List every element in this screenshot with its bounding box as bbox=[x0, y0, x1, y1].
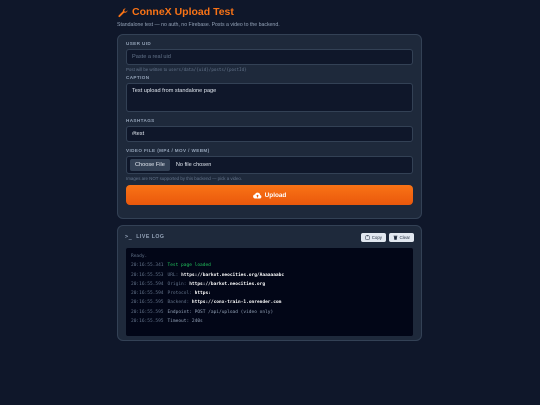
clipboard-icon bbox=[365, 234, 370, 240]
log-line: 20:16:55.341 Test page loaded bbox=[131, 261, 408, 270]
caption-label: CAPTION bbox=[126, 75, 150, 80]
copy-label: Copy bbox=[371, 234, 382, 240]
log-timestamp: 20:16:55.595 bbox=[131, 300, 164, 306]
log-key: URL: bbox=[167, 272, 179, 278]
log-line: 20:16:55.595 Endpoint: POST /api/upload (… bbox=[131, 308, 408, 317]
uid-placeholder: Paste a real uid bbox=[132, 54, 171, 60]
hashtags-label: HASHTAGS bbox=[126, 118, 155, 123]
file-status: No file chosen bbox=[175, 162, 212, 168]
page-title: ConneX Upload Test bbox=[132, 6, 234, 18]
copy-button[interactable]: Copy bbox=[361, 232, 386, 242]
log-timestamp: 20:16:55.595 bbox=[131, 309, 164, 315]
uid-input[interactable]: Paste a real uid bbox=[126, 49, 413, 65]
log-timestamp: 20:16:55.595 bbox=[131, 319, 164, 325]
hashtags-input[interactable]: #test bbox=[126, 126, 413, 142]
choose-file-button[interactable]: Choose File bbox=[130, 159, 170, 171]
log-line: 20:16:55.553 URL: https://barkot.neocitie… bbox=[131, 271, 408, 280]
uid-hint-path: users/data/{uid}/posts/{postId} bbox=[168, 67, 247, 72]
video-file-input[interactable]: Choose File No file chosen bbox=[126, 156, 413, 174]
log-message: Test page loaded bbox=[167, 263, 211, 269]
hashtags-value: #test bbox=[132, 131, 145, 137]
clear-button[interactable]: Clear bbox=[389, 232, 414, 242]
log-title: LIVE LOG bbox=[136, 234, 165, 240]
log-line: 20:16:55.594 Origin: https://barkot.neoci… bbox=[131, 280, 408, 289]
wrench-icon bbox=[118, 7, 128, 17]
uid-label: USER UID bbox=[126, 41, 152, 46]
page-subtitle: Standalone test — no auth, no Firebase. … bbox=[117, 22, 280, 28]
caption-textarea[interactable]: Test upload from standalone page bbox=[126, 83, 413, 112]
log-message: Timeout: 240s bbox=[167, 319, 203, 325]
upload-form-card: USER UID Paste a real uid Post will be w… bbox=[117, 34, 422, 219]
log-line: 20:16:55.594 Protocol: https: bbox=[131, 289, 408, 298]
log-line: 20:16:55.595 Backend: https://conx-train-… bbox=[131, 298, 408, 307]
log-timestamp: 20:16:55.594 bbox=[131, 281, 164, 287]
clear-label: Clear bbox=[399, 234, 411, 240]
uid-hint-prefix: Post will be written to bbox=[126, 67, 169, 72]
log-value: https://barkot.neocities.org/Aaaaaaabc bbox=[181, 272, 285, 278]
log-key: Protocol: bbox=[167, 291, 192, 297]
file-hint: Images are NOT supported by this backend… bbox=[126, 176, 243, 181]
page-header: ConneX Upload Test Standalone test — no … bbox=[117, 6, 427, 28]
trash-icon bbox=[393, 235, 398, 240]
log-value: https://conx-train-1.onrender.com bbox=[191, 300, 282, 306]
log-key: Origin: bbox=[167, 281, 187, 287]
live-log-card: >_ LIVE LOG Copy Clear Ready. 20:16:55.3… bbox=[117, 225, 422, 341]
uid-hint: Post will be written to users/data/{uid}… bbox=[126, 67, 413, 73]
log-message: Endpoint: POST /api/upload (video only) bbox=[167, 309, 274, 315]
log-timestamp: 20:16:55.594 bbox=[131, 291, 164, 297]
log-timestamp: 20:16:55.341 bbox=[131, 263, 164, 269]
cloud-upload-icon bbox=[252, 192, 262, 199]
log-key: Backend: bbox=[167, 300, 190, 306]
upload-button[interactable]: Upload bbox=[126, 185, 413, 205]
log-value: https: bbox=[194, 291, 211, 297]
log-value: https://barkot.neocities.org bbox=[189, 281, 266, 287]
log-output: Ready. 20:16:55.341 Test page loaded 20:1… bbox=[125, 247, 414, 337]
log-timestamp: 20:16:55.553 bbox=[131, 272, 164, 278]
terminal-icon: >_ bbox=[125, 234, 133, 240]
log-ready: Ready. bbox=[131, 254, 148, 259]
upload-label: Upload bbox=[264, 191, 287, 199]
file-label: VIDEO FILE (MP4 / MOV / WEBM) bbox=[126, 148, 210, 153]
log-line: 20:16:55.595 Timeout: 240s bbox=[131, 317, 408, 326]
